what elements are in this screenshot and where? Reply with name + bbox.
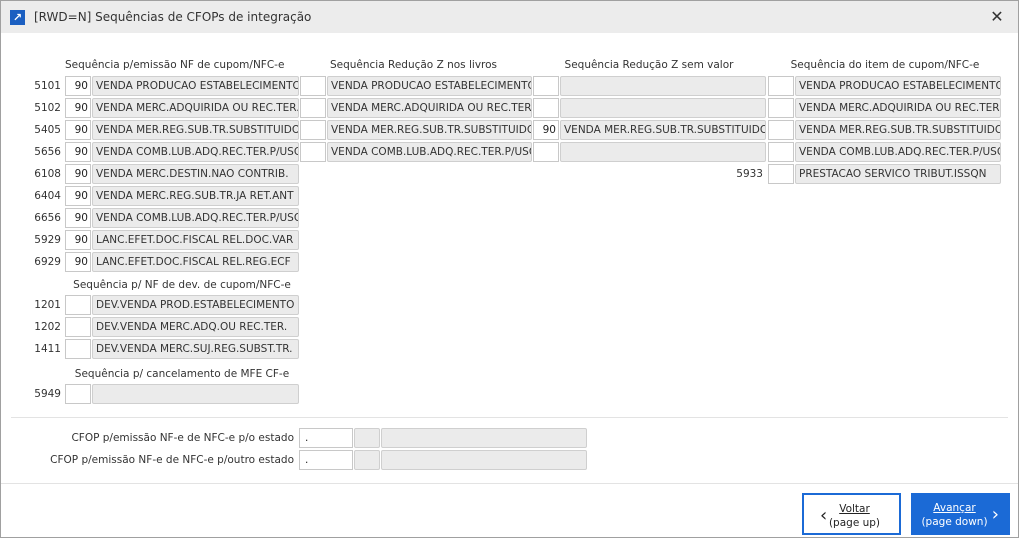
sequence-input[interactable] [300, 98, 326, 118]
cfop-description: VENDA MERC.ADQUIRIDA OU REC.TER. [327, 98, 532, 118]
sequence-input[interactable]: 90 [65, 98, 91, 118]
cfop-description: VENDA MER.REG.SUB.TR.SUBSTITUIDO [795, 120, 1001, 140]
sequence-input[interactable] [300, 120, 326, 140]
sequence-input[interactable]: 90 [65, 208, 91, 228]
sequence-input[interactable] [768, 164, 794, 184]
sequence-input[interactable] [65, 339, 91, 359]
cfop-description: DEV.VENDA PROD.ESTABELECIMENTO [92, 295, 299, 315]
column-header: Sequência Redução Z nos livros [329, 59, 498, 71]
cfop-description: PRESTACAO SERVICO TRIBUT.ISSQN [795, 164, 1001, 184]
arrow-up-right-icon: ↗ [10, 10, 25, 25]
sequence-input[interactable]: 90 [65, 142, 91, 162]
cfop-code-field [354, 450, 380, 470]
sequence-input[interactable] [65, 384, 91, 404]
cfop-description: VENDA PRODUCAO ESTABELECIMENTO [795, 76, 1001, 96]
section-header: Sequência p/ NF de dev. de cupom/NFC-e [73, 279, 291, 291]
sequence-input[interactable] [300, 76, 326, 96]
cfop-description [381, 428, 587, 448]
cfop-code: 1411 [34, 343, 61, 355]
cfop-code: 6108 [34, 168, 61, 180]
section-header: Sequência p/ cancelamento de MFE CF-e [74, 368, 290, 380]
sequence-input[interactable]: 90 [65, 120, 91, 140]
column-header: Sequência p/emissão NF de cupom/NFC-e [65, 59, 285, 71]
sequence-input[interactable] [65, 317, 91, 337]
cfop-description: DEV.VENDA MERC.SUJ.REG.SUBST.TR. [92, 339, 299, 359]
cfop-code: 5933 [736, 168, 763, 180]
back-button[interactable]: ‹ Voltar (page up) [802, 493, 901, 535]
sequence-input[interactable] [65, 295, 91, 315]
sequence-input[interactable] [768, 142, 794, 162]
title-bar: ↗ [RWD=N] Sequências de CFOPs de integra… [1, 1, 1018, 33]
cfop-description: VENDA MERC.REG.SUB.TR.JA RET.ANT [92, 186, 299, 206]
cfop-description: VENDA PRODUCAO ESTABELECIMENTO [327, 76, 532, 96]
cfop-description: VENDA COMB.LUB.ADQ.REC.TER.P/USO [92, 208, 299, 228]
sequence-input[interactable] [768, 76, 794, 96]
sequence-input[interactable] [533, 76, 559, 96]
cfop-description [381, 450, 587, 470]
dialog-window: ↗ [RWD=N] Sequências de CFOPs de integra… [0, 0, 1019, 538]
cfop-input[interactable]: . [299, 428, 353, 448]
cfop-description: VENDA MERC.DESTIN.NAO CONTRIB. [92, 164, 299, 184]
cfop-label: CFOP p/emissão NF-e de NFC-e p/o estado [71, 432, 294, 444]
sequence-input[interactable] [300, 142, 326, 162]
cfop-description: VENDA COMB.LUB.ADQ.REC.TER.P/USO [92, 142, 299, 162]
cfop-code: 5101 [34, 80, 61, 92]
sequence-input[interactable]: 90 [65, 186, 91, 206]
close-icon[interactable]: ✕ [986, 6, 1008, 28]
cfop-description: DEV.VENDA MERC.ADQ.OU REC.TER. [92, 317, 299, 337]
cfop-code: 5656 [34, 146, 61, 158]
divider [1, 483, 1018, 484]
sequence-input[interactable]: 90 [533, 120, 559, 140]
cfop-description [92, 384, 299, 404]
cfop-label: CFOP p/emissão NF-e de NFC-e p/outro est… [50, 454, 294, 466]
cfop-description: VENDA MERC.ADQUIRIDA OU REC.TER. [795, 98, 1001, 118]
cfop-code: 5929 [34, 234, 61, 246]
cfop-code: 1202 [34, 321, 61, 333]
cfop-description: VENDA MER.REG.SUB.TR.SUBSTITUIDO [560, 120, 766, 140]
sequence-input[interactable] [533, 142, 559, 162]
cfop-code: 6656 [34, 212, 61, 224]
sequence-input[interactable]: 90 [65, 164, 91, 184]
cfop-description: VENDA COMB.LUB.ADQ.REC.TER.P/USO [327, 142, 532, 162]
sequence-input[interactable] [533, 98, 559, 118]
back-shortcut: (page up) [828, 517, 881, 529]
cfop-code: 1201 [34, 299, 61, 311]
cfop-code: 6404 [34, 190, 61, 202]
cfop-description [560, 98, 766, 118]
sequence-input[interactable]: 90 [65, 252, 91, 272]
cfop-description: VENDA MER.REG.SUB.TR.SUBSTITUIDO [92, 120, 299, 140]
divider [11, 417, 1008, 418]
sequence-input[interactable] [768, 120, 794, 140]
cfop-description: VENDA PRODUCAO ESTABELECIMENTO [92, 76, 299, 96]
sequence-input[interactable]: 90 [65, 230, 91, 250]
column-header: Sequência do item de cupom/NFC-e [790, 59, 980, 71]
cfop-code: 5102 [34, 102, 61, 114]
next-button[interactable]: › Avançar (page down) [911, 493, 1010, 535]
cfop-description: VENDA MER.REG.SUB.TR.SUBSTITUIDO [327, 120, 532, 140]
cfop-code: 5405 [34, 124, 61, 136]
cfop-description: LANC.EFET.DOC.FISCAL REL.DOC.VAR [92, 230, 299, 250]
cfop-code-field [354, 428, 380, 448]
cfop-input[interactable]: . [299, 450, 353, 470]
next-label: Avançar [933, 502, 976, 514]
back-label: Voltar [839, 503, 870, 515]
window-title: [RWD=N] Sequências de CFOPs de integraçã… [34, 10, 312, 24]
cfop-description: VENDA COMB.LUB.ADQ.REC.TER.P/USO [795, 142, 1001, 162]
cfop-code: 5949 [34, 388, 61, 400]
sequence-input[interactable] [768, 98, 794, 118]
cfop-description: VENDA MERC.ADQUIRIDA OU REC.TER. [92, 98, 299, 118]
cfop-code: 6929 [34, 256, 61, 268]
cfop-description: LANC.EFET.DOC.FISCAL REL.REG.ECF [92, 252, 299, 272]
next-shortcut: (page down) [921, 516, 988, 528]
cfop-description [560, 142, 766, 162]
cfop-description [560, 76, 766, 96]
column-header: Sequência Redução Z sem valor [564, 59, 734, 71]
sequence-input[interactable]: 90 [65, 76, 91, 96]
